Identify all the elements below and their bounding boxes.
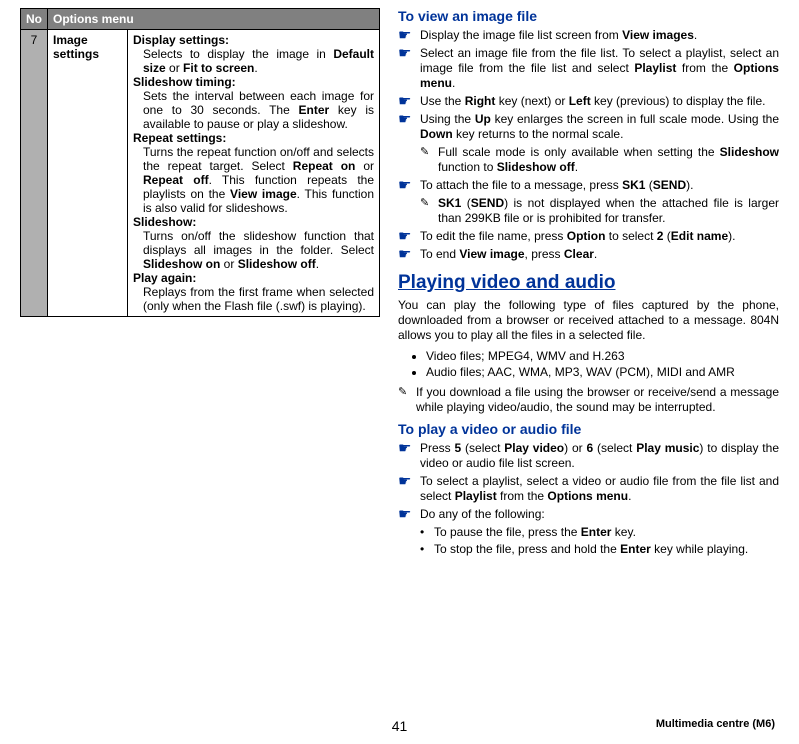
- bullet-video: Video files; MPEG4, WMV and H.263: [426, 349, 779, 363]
- pointer-icon: ☛: [398, 28, 420, 43]
- page-number: 41: [392, 718, 408, 734]
- playing-heading: Playing video and audio: [398, 272, 779, 294]
- pointer-icon: ☛: [398, 94, 420, 109]
- pointer-icon: ☛: [398, 178, 420, 193]
- desc-block-0: Display settings:Selects to display the …: [133, 33, 374, 75]
- pointer-icon: ☛: [398, 507, 420, 522]
- pointer-icon: ☛: [398, 46, 420, 61]
- playing-note: If you download a file using the browser…: [416, 385, 779, 415]
- playing-intro: You can play the following type of files…: [398, 298, 779, 343]
- note-icon: ✎: [420, 145, 438, 158]
- page-footer: 41 Multimedia centre (M6): [0, 718, 799, 734]
- col-header-no: No: [21, 9, 48, 30]
- play-file-list: ☛Press 5 (select Play video) or 6 (selec…: [398, 441, 779, 557]
- options-menu-table: No Options menu 7 Image settings Display…: [20, 8, 380, 317]
- pointer-icon: ☛: [398, 247, 420, 262]
- pointer-icon: ☛: [398, 474, 420, 489]
- note-icon: ✎: [398, 385, 416, 398]
- col-header-menu: Options menu: [48, 9, 380, 30]
- dot-icon: •: [420, 542, 434, 556]
- desc-block-4: Play again:Replays from the first frame …: [133, 271, 374, 313]
- row-description: Display settings:Selects to display the …: [128, 30, 380, 317]
- dot-icon: •: [420, 525, 434, 539]
- row-number: 7: [21, 30, 48, 317]
- desc-block-1: Slideshow timing:Sets the interval betwe…: [133, 75, 374, 131]
- view-image-title: To view an image file: [398, 8, 779, 24]
- pointer-icon: ☛: [398, 229, 420, 244]
- row-label: Image settings: [48, 30, 128, 317]
- play-file-title: To play a video or audio file: [398, 421, 779, 437]
- bullet-audio: Audio files; AAC, WMA, MP3, WAV (PCM), M…: [426, 365, 779, 379]
- desc-block-3: Slideshow:Turns on/off the slideshow fun…: [133, 215, 374, 271]
- playing-bullets: Video files; MPEG4, WMV and H.263 Audio …: [426, 349, 779, 379]
- desc-block-2: Repeat settings:Turns the repeat functio…: [133, 131, 374, 215]
- pointer-icon: ☛: [398, 112, 420, 127]
- chapter-label: Multimedia centre (M6): [656, 718, 775, 730]
- view-image-list: ☛Display the image file list screen from…: [398, 28, 779, 262]
- note-icon: ✎: [420, 196, 438, 209]
- pointer-icon: ☛: [398, 441, 420, 456]
